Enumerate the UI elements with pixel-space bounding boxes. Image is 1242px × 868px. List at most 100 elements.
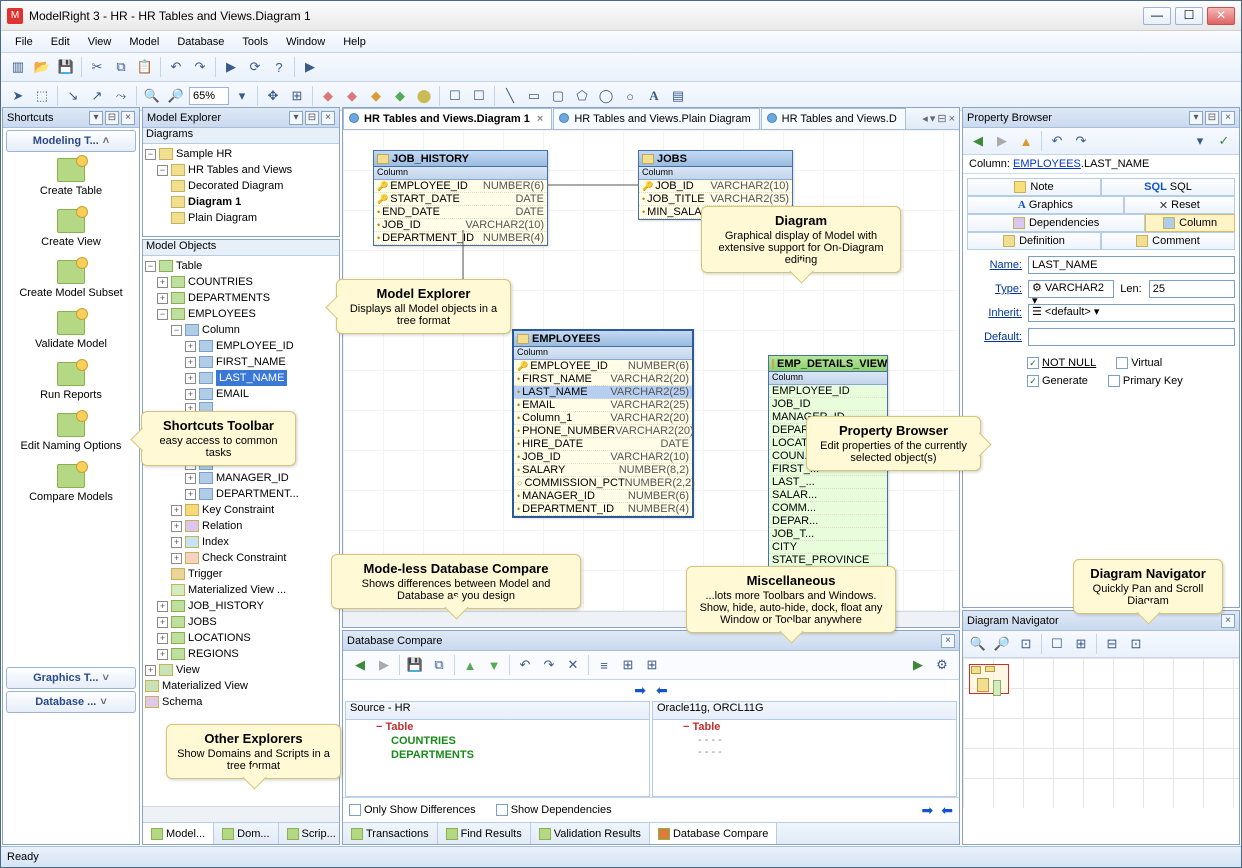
image-tool[interactable]: ▤ xyxy=(667,85,689,107)
text-tool[interactable]: A xyxy=(643,85,665,107)
tree-diag-active[interactable]: Diagram 1 xyxy=(188,194,241,210)
shortcut-create-subset[interactable]: Create Model Subset xyxy=(5,260,137,299)
cmp-fwd[interactable]: ▶ xyxy=(373,654,395,676)
tree-sub[interactable]: Key Constraint xyxy=(202,502,274,518)
explorer-tab-script[interactable]: Scrip... xyxy=(279,823,345,844)
cut-button[interactable]: ✂ xyxy=(86,56,108,78)
tree-col-selected[interactable]: LAST_NAME xyxy=(216,370,287,386)
tree-sub[interactable]: HR Tables and Views xyxy=(188,162,292,178)
tree-column-hdr[interactable]: Column xyxy=(202,322,240,338)
shape4-button[interactable]: ◆ xyxy=(389,85,411,107)
shape3-button[interactable]: ◆ xyxy=(365,85,387,107)
tree-col[interactable]: EMPLOYEE_ID xyxy=(216,338,294,354)
cmp-back[interactable]: ◀ xyxy=(349,654,371,676)
save-button[interactable]: 💾 xyxy=(55,56,77,78)
prop-btn-sql[interactable]: SQLSQL xyxy=(1101,178,1235,196)
prop-btn-reset[interactable]: ✕Reset xyxy=(1124,196,1235,214)
arrow-right-icon[interactable]: ➡ xyxy=(922,802,934,819)
tree-sub[interactable]: Check Constraint xyxy=(202,550,286,566)
close-icon[interactable]: × xyxy=(121,111,135,125)
menu-view[interactable]: View xyxy=(80,34,120,50)
maximize-button[interactable]: ☐ xyxy=(1175,7,1203,25)
menu-file[interactable]: File xyxy=(7,34,41,50)
pointer-tool[interactable]: ➤ xyxy=(7,85,29,107)
connect2-tool[interactable]: ↗ xyxy=(86,85,108,107)
open-button[interactable]: 📂 xyxy=(31,56,53,78)
tree-schema[interactable]: Schema xyxy=(162,694,202,710)
cmp-tab-dbcmp[interactable]: Database Compare xyxy=(650,823,777,844)
tree-table[interactable]: DEPARTMENTS xyxy=(188,290,270,306)
show-dep-check[interactable]: Show Dependencies xyxy=(496,804,612,816)
chk-pk[interactable]: Primary Key xyxy=(1108,375,1183,387)
prop-len-field[interactable] xyxy=(1149,280,1235,298)
tree-sub[interactable]: Materialized View ... xyxy=(188,582,286,598)
category-graphics[interactable]: Graphics T... ˅ xyxy=(6,667,136,689)
fit-button[interactable]: ✥ xyxy=(262,85,284,107)
tab-nav[interactable]: ⊟ xyxy=(937,112,946,125)
shape1-button[interactable]: ◆ xyxy=(317,85,339,107)
tree-table-root[interactable]: Table xyxy=(176,258,202,274)
entity-job-history[interactable]: JOB_HISTORY Column 🔑EMPLOYEE_IDNUMBER(6)… xyxy=(373,150,548,246)
menu-database[interactable]: Database xyxy=(169,34,232,50)
prop-inherit-field[interactable]: ☰ <default> xyxy=(1028,304,1235,322)
navigator-canvas[interactable] xyxy=(963,658,1239,808)
tree-col[interactable]: FIRST_NAME xyxy=(216,354,286,370)
ellipse-tool[interactable]: ◯ xyxy=(595,85,617,107)
tree-table[interactable]: REGIONS xyxy=(188,646,239,662)
shortcut-reports[interactable]: Run Reports xyxy=(5,362,137,401)
prop-btn-note[interactable]: Note xyxy=(967,178,1101,196)
menu-help[interactable]: Help xyxy=(335,34,374,50)
dropdown-icon[interactable]: ▾ xyxy=(89,111,103,125)
prop-ok[interactable]: ✓ xyxy=(1213,130,1235,152)
pin-icon[interactable]: ⊟ xyxy=(105,111,119,125)
close-icon[interactable]: × xyxy=(537,113,543,125)
action2-button[interactable]: ▶ xyxy=(299,56,321,78)
tree-table[interactable]: JOBS xyxy=(188,614,217,630)
diagram-tab[interactable]: HR Tables and Views.Diagram 1× xyxy=(343,108,552,129)
copy-button[interactable]: ⧉ xyxy=(110,56,132,78)
close-icon[interactable]: × xyxy=(1221,111,1235,125)
close-icon[interactable]: × xyxy=(321,111,335,125)
prop-drop[interactable]: ▾ xyxy=(1189,130,1211,152)
cmp-down[interactable]: ▼ xyxy=(483,654,505,676)
prop-fwd[interactable]: ▶ xyxy=(991,130,1013,152)
diagram-tab[interactable]: HR Tables and Views.D xyxy=(761,108,906,129)
shape2-button[interactable]: ◆ xyxy=(341,85,363,107)
close-icon[interactable]: × xyxy=(949,113,955,125)
tree-root[interactable]: Sample HR xyxy=(176,146,232,162)
chk-notnull[interactable]: ✓NOT NULL xyxy=(1027,357,1096,369)
cmp-redo[interactable]: ↷ xyxy=(538,654,560,676)
cmp-opt[interactable]: ⚙ xyxy=(931,654,953,676)
undo-button[interactable]: ↶ xyxy=(165,56,187,78)
shortcut-compare[interactable]: Compare Models xyxy=(5,464,137,503)
pin-icon[interactable]: ⊟ xyxy=(305,111,319,125)
prop-undo[interactable]: ↶ xyxy=(1046,130,1068,152)
tree-matview[interactable]: Materialized View xyxy=(162,678,248,694)
chk-virtual[interactable]: Virtual xyxy=(1116,357,1162,369)
prop-redo[interactable]: ↷ xyxy=(1070,130,1092,152)
cmp-copy[interactable]: ⧉ xyxy=(428,654,450,676)
zoomin-button[interactable]: 🔍 xyxy=(141,85,163,107)
grid-button[interactable]: ⊞ xyxy=(286,85,308,107)
close-icon[interactable]: × xyxy=(1221,614,1235,628)
nav-zoomin[interactable]: 🔍 xyxy=(967,633,989,655)
minimize-button[interactable]: — xyxy=(1143,7,1171,25)
arrow-left-icon[interactable]: ⬅ xyxy=(656,682,668,699)
line-tool[interactable]: ╲ xyxy=(499,85,521,107)
nav-zoomout[interactable]: 🔎 xyxy=(991,633,1013,655)
refresh-button[interactable]: ⟳ xyxy=(244,56,266,78)
prop-type-field[interactable]: ⚙ VARCHAR2 xyxy=(1028,280,1114,298)
nav-mode2[interactable]: ⊡ xyxy=(1125,633,1147,655)
nav-box[interactable]: ☐ xyxy=(1046,633,1068,655)
tree-sub[interactable]: Trigger xyxy=(188,566,222,582)
tree-table[interactable]: JOB_HISTORY xyxy=(188,598,264,614)
only-diff-check[interactable]: Only Show Differences xyxy=(349,804,476,816)
arrow-left-icon[interactable]: ⬅ xyxy=(941,802,953,819)
close-icon[interactable]: × xyxy=(941,634,955,648)
cmp-run[interactable]: ▶ xyxy=(907,654,929,676)
paste-button[interactable]: 📋 xyxy=(134,56,156,78)
tree-col[interactable]: EMAIL xyxy=(216,386,249,402)
explorer-tab-domain[interactable]: Dom... xyxy=(214,823,278,844)
pin-icon[interactable]: ⊟ xyxy=(1205,111,1219,125)
tree-sub[interactable]: Index xyxy=(202,534,229,550)
